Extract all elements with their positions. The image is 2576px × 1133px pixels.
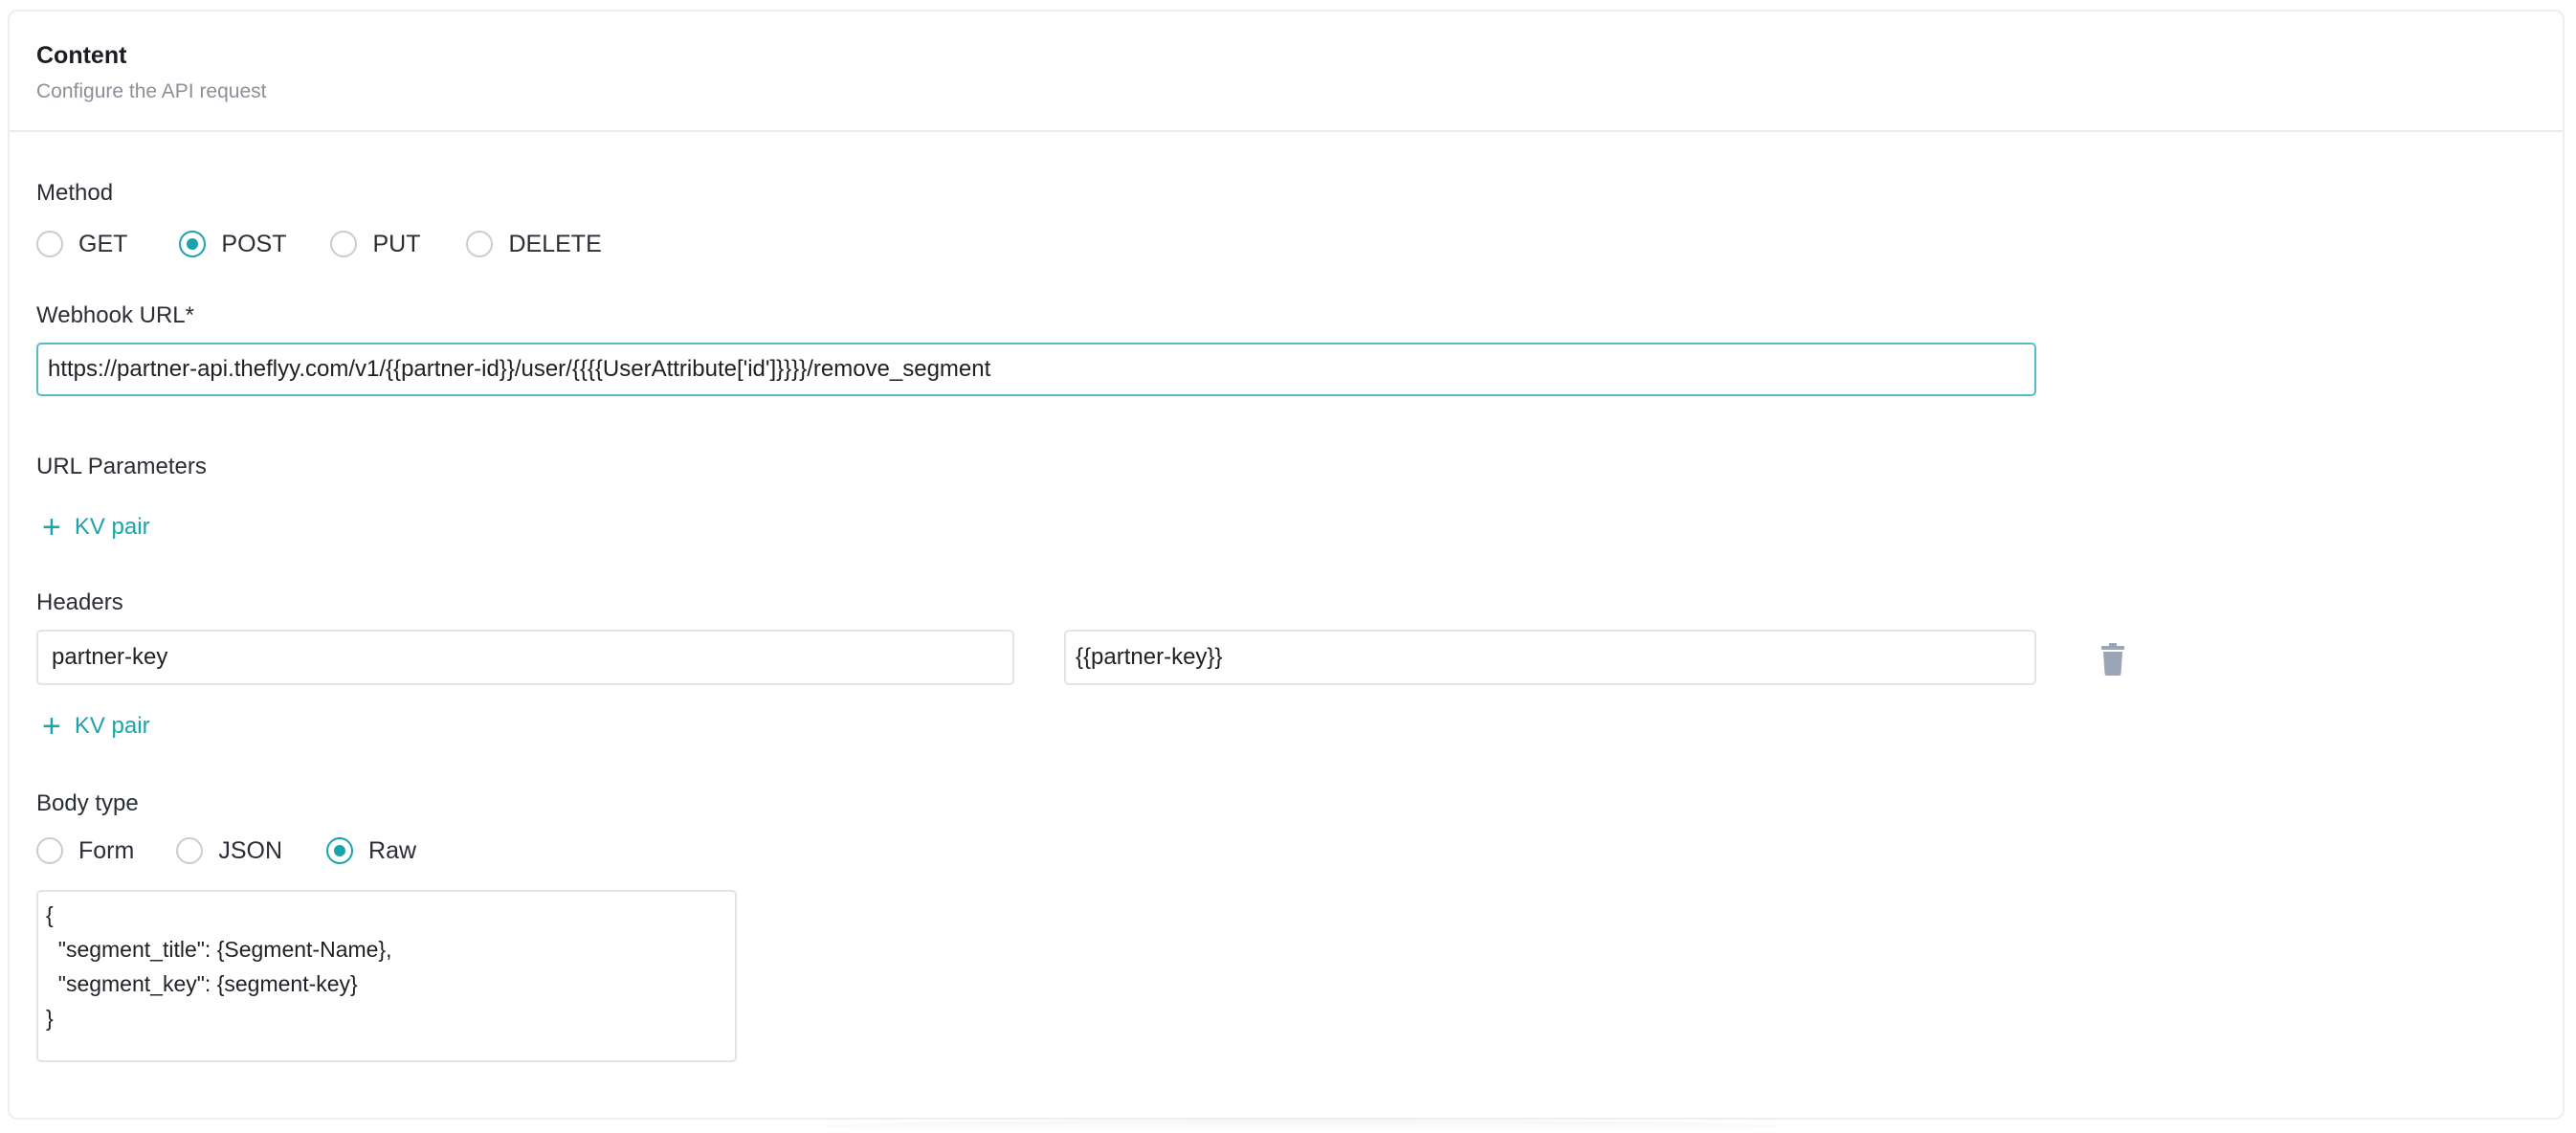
body-type-radio-group: Form JSON Raw [36,834,416,867]
webhook-url-input[interactable] [36,343,2036,396]
method-label: Method [36,180,114,206]
plus-icon: + [42,509,61,545]
method-option-post[interactable]: POST [179,231,286,258]
plus-icon: + [42,708,61,744]
card-subtitle: Configure the API request [36,80,267,102]
header-value-input[interactable] [1064,630,2036,685]
body-type-option-form[interactable]: Form [36,837,134,865]
body-type-option-json[interactable]: JSON [176,837,282,865]
headers-label: Headers [36,589,123,615]
add-url-parameter-button[interactable]: + KV pair [42,509,150,545]
raw-body-textarea[interactable]: { "segment_title": {Segment-Name}, "segm… [36,890,737,1062]
radio-button-raw[interactable] [326,837,354,864]
content-card: Content Configure the API request Method… [8,10,2565,1120]
body-type-option-raw[interactable]: Raw [326,837,416,865]
card-shadow [823,1120,1780,1133]
radio-button-post[interactable] [179,231,207,257]
radio-button-get[interactable] [36,231,63,257]
body-type-option-label: Form [78,836,135,864]
add-kv-pair-label: KV pair [74,514,150,540]
radio-button-form[interactable] [36,837,63,864]
radio-button-put[interactable] [330,231,358,257]
radio-button-delete[interactable] [466,231,494,257]
add-kv-pair-label: KV pair [74,713,150,739]
method-radio-group: GET POST PUT DELETE [36,228,602,260]
add-header-button[interactable]: + KV pair [42,708,150,744]
header-key-input[interactable] [36,630,1014,685]
method-option-label: POST [221,230,287,257]
method-option-label: DELETE [508,230,602,257]
url-parameters-label: URL Parameters [36,454,207,479]
body-type-label: Body type [36,790,139,816]
card-title: Content [36,42,127,69]
method-option-label: PUT [372,230,421,257]
method-option-delete[interactable]: DELETE [466,230,602,258]
method-option-get[interactable]: GET [36,231,127,258]
body-type-option-label: JSON [218,836,283,864]
trash-icon[interactable] [2099,643,2126,676]
method-option-label: GET [78,230,128,257]
method-option-put[interactable]: PUT [330,231,420,258]
radio-button-json[interactable] [176,837,204,864]
webhook-url-label: Webhook URL* [36,302,194,328]
body-type-option-label: Raw [368,836,417,864]
card-header: Content Configure the API request [10,11,2563,132]
